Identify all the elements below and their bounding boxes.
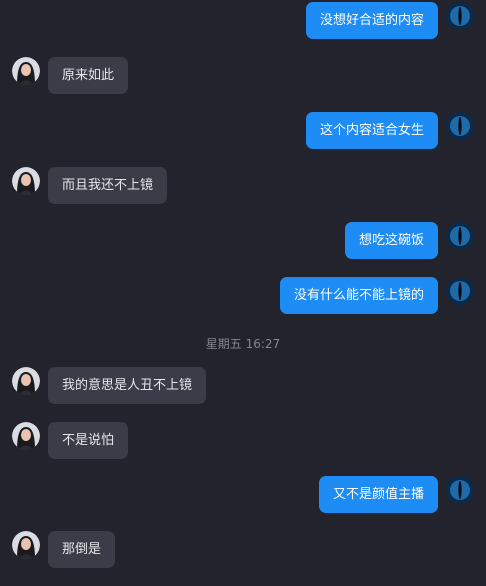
woman-portrait-avatar-icon — [12, 367, 40, 395]
self-avatar[interactable] — [446, 2, 474, 30]
self-avatar[interactable] — [446, 476, 474, 504]
self-avatar[interactable] — [446, 222, 474, 250]
message-bubble-outgoing[interactable]: 这个内容适合女生 — [305, 112, 438, 149]
blue-eye-avatar-icon — [446, 222, 474, 250]
contact-avatar[interactable] — [12, 422, 40, 450]
self-avatar[interactable] — [446, 112, 474, 140]
message-bubble-incoming[interactable]: 不是说怕 — [48, 422, 129, 459]
contact-avatar[interactable] — [12, 367, 40, 395]
blue-eye-avatar-icon — [446, 112, 474, 140]
contact-avatar[interactable] — [12, 167, 40, 195]
chat-message-list[interactable]: 没想好合适的内容 原来如此 这个内容适合女生 而且我还不上镜 想吃这碗饭 没有什… — [0, 0, 486, 586]
blue-eye-avatar-icon — [446, 277, 474, 305]
message-bubble-incoming[interactable]: 那倒是 — [48, 531, 116, 568]
woman-portrait-avatar-icon — [12, 422, 40, 450]
woman-portrait-avatar-icon — [12, 167, 40, 195]
self-avatar[interactable] — [446, 277, 474, 305]
blue-eye-avatar-icon — [446, 2, 474, 30]
message-bubble-incoming[interactable]: 原来如此 — [48, 57, 129, 94]
message-bubble-outgoing[interactable]: 没有什么能不能上镜的 — [279, 277, 438, 314]
timestamp-divider: 星期五 16:27 — [205, 337, 281, 351]
woman-portrait-avatar-icon — [12, 531, 40, 559]
message-bubble-incoming[interactable]: 我的意思是人丑不上镜 — [48, 367, 207, 404]
blue-eye-avatar-icon — [446, 476, 474, 504]
contact-avatar[interactable] — [12, 531, 40, 559]
contact-avatar[interactable] — [12, 57, 40, 85]
woman-portrait-avatar-icon — [12, 57, 40, 85]
message-bubble-incoming[interactable]: 而且我还不上镜 — [48, 167, 168, 204]
message-bubble-outgoing[interactable]: 又不是颜值主播 — [318, 476, 438, 513]
message-bubble-outgoing[interactable]: 想吃这碗饭 — [344, 222, 438, 259]
message-bubble-outgoing[interactable]: 没想好合适的内容 — [305, 2, 438, 39]
